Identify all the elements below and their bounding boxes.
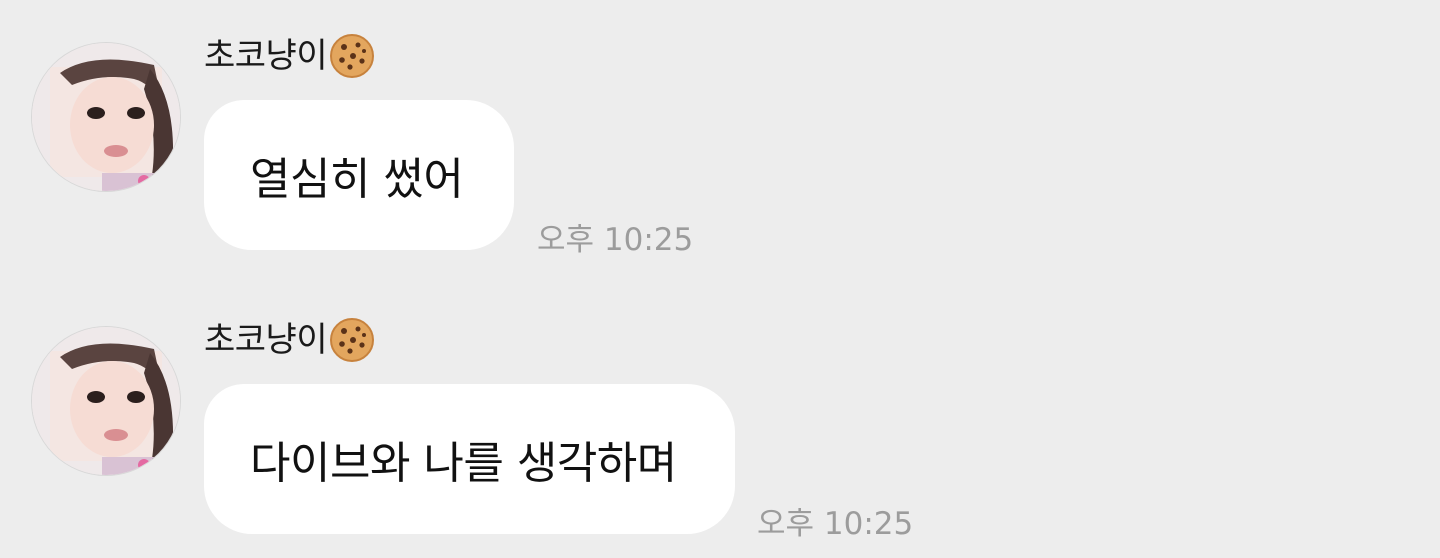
message-timestamp: 오후 10:25 — [757, 506, 914, 542]
message-timestamp: 오후 10:25 — [537, 222, 694, 258]
sender-name-row: 초코냥이 — [204, 30, 375, 82]
avatar[interactable] — [31, 326, 181, 476]
avatar-photo — [32, 43, 180, 191]
avatar[interactable] — [31, 42, 181, 192]
cookie-icon — [329, 317, 375, 363]
message-bubble[interactable]: 열심히 썼어 — [204, 100, 514, 250]
message-text: 열심히 썼어 — [250, 154, 464, 205]
message-text: 다이브와 나를 생각하며 — [250, 438, 677, 489]
cookie-icon — [329, 33, 375, 79]
sender-name-row: 초코냥이 — [204, 314, 375, 366]
avatar-photo — [32, 327, 180, 475]
sender-name: 초코냥이 — [204, 36, 328, 76]
sender-name: 초코냥이 — [204, 320, 328, 360]
chat-message: 초코냥이 다이브와 나를 생각하며 오후 10:25 — [0, 300, 1440, 550]
chat-message: 초코냥이 열심히 썼어 오후 10:25 — [0, 16, 1440, 266]
message-bubble[interactable]: 다이브와 나를 생각하며 — [204, 384, 735, 534]
